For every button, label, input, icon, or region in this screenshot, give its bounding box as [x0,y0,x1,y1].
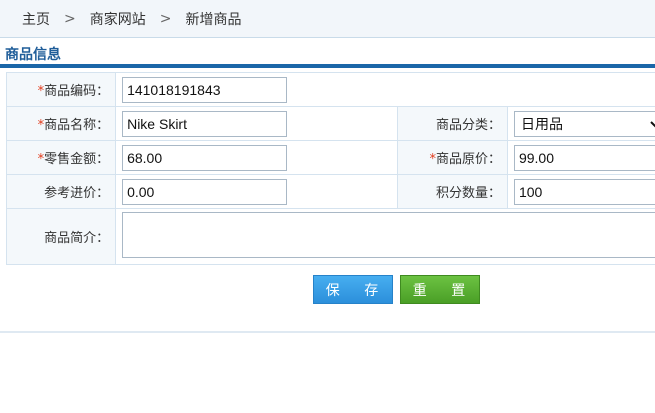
form-row: 商品简介： [5,208,655,265]
category-label-cell: 商品分类： [397,106,508,141]
product-code-label: 商品编码： [44,84,110,99]
product-code-cell [115,72,655,107]
points-label-cell: 积分数量： [397,174,508,209]
breadcrumb: 主页 > 商家网站 > 新增商品 [0,0,655,38]
description-textarea[interactable] [122,211,655,258]
breadcrumb-separator: > [159,10,172,27]
original-price-cell [506,140,655,175]
breadcrumb-home[interactable]: 主页 [22,9,50,29]
form-row: *零售金额： *商品原价： [5,140,655,175]
product-code-input[interactable] [122,76,288,103]
ref-cost-input[interactable] [122,178,288,205]
section-title: 商品信息 [5,47,61,63]
breadcrumb-merchant-site[interactable]: 商家网站 [90,9,146,29]
description-label: 商品简介： [44,231,110,246]
description-label-cell: 商品简介： [5,208,117,265]
form-row: 参考进价： 积分数量： [5,174,655,209]
original-price-input[interactable] [513,144,655,171]
original-price-label: 商品原价： [435,152,501,167]
save-button[interactable]: 保 存 [313,275,393,304]
points-label: 积分数量： [435,186,501,201]
category-cell: 日用品 [506,106,655,141]
product-form: *商品编码： *商品名称： 商品分类： 日用品 *零售金额： *商品原价： [5,72,655,265]
retail-price-label: 零售金额： [44,152,110,167]
product-name-cell [115,106,398,141]
form-row: *商品名称： 商品分类： 日用品 [5,106,655,141]
bottom-divider [0,331,655,333]
retail-price-label-cell: *零售金额： [5,140,117,175]
breadcrumb-separator: > [64,10,76,27]
form-row: *商品编码： [5,72,655,107]
product-name-label: 商品名称： [44,118,110,133]
section-divider [0,64,655,68]
section-header: 商品信息 [0,38,655,66]
button-row: 保 存 重 置 [0,275,655,305]
category-label: 商品分类： [435,118,501,133]
description-cell [115,208,655,265]
points-cell [506,174,655,209]
product-code-label-cell: *商品编码： [5,72,117,107]
original-price-label-cell: *商品原价： [397,140,508,175]
ref-cost-label: 参考进价： [44,186,110,201]
points-input[interactable] [513,178,655,205]
category-select[interactable]: 日用品 [513,110,655,137]
breadcrumb-current: 新增商品 [185,11,242,28]
ref-cost-cell [115,174,398,209]
product-name-input[interactable] [122,110,288,137]
retail-price-input[interactable] [122,144,288,171]
retail-price-cell [115,140,398,175]
reset-button[interactable]: 重 置 [400,275,480,304]
product-name-label-cell: *商品名称： [5,106,117,141]
ref-cost-label-cell: 参考进价： [5,174,117,209]
